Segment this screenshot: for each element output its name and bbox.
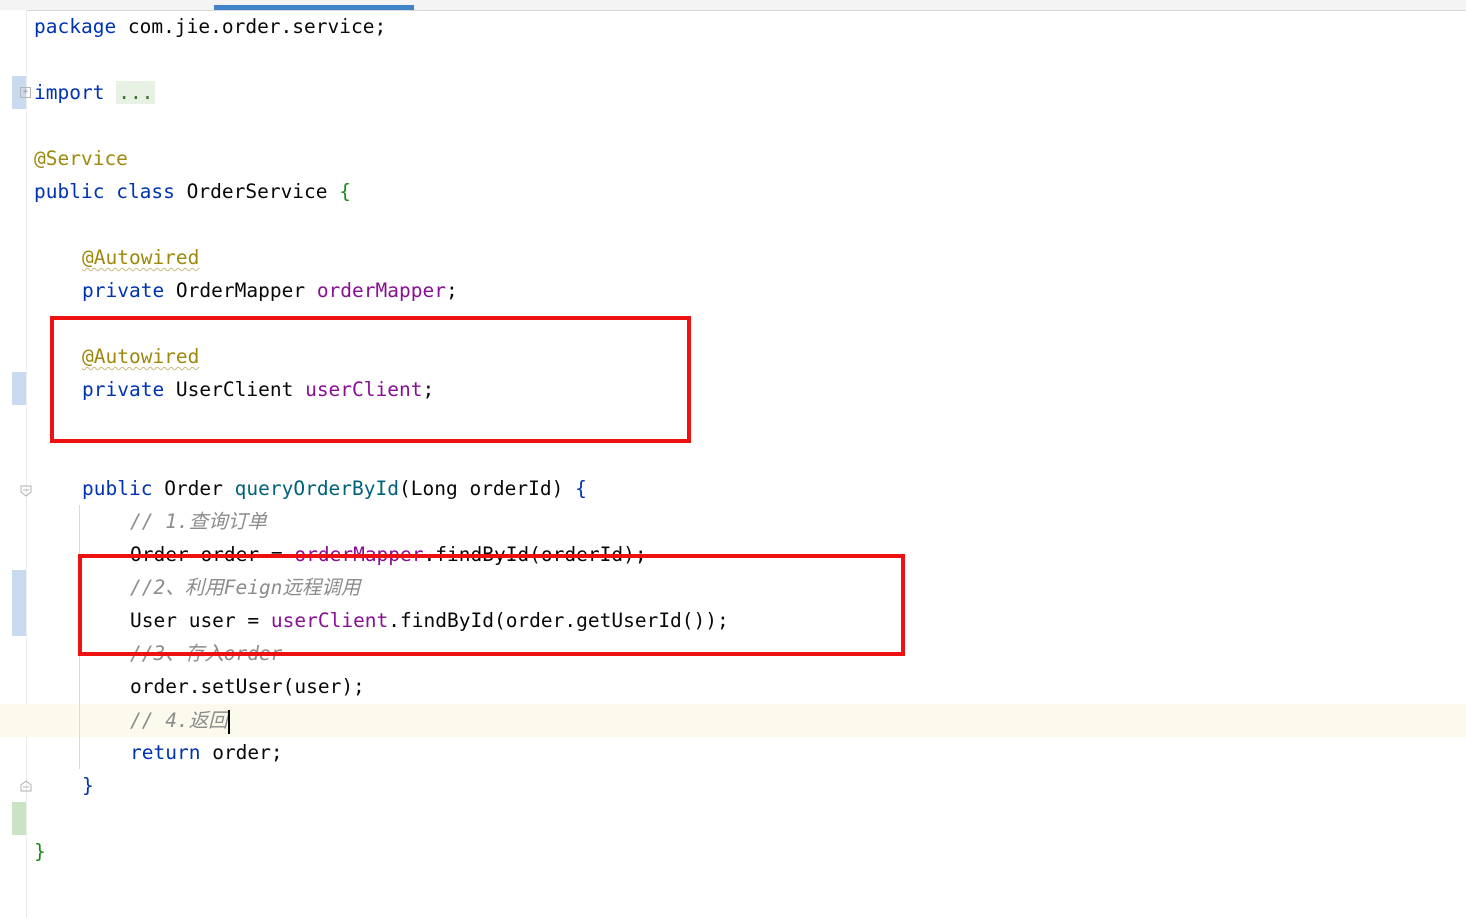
code-line[interactable]: @Autowired — [82, 340, 199, 373]
code-text: .findById(order.getUserId()); — [388, 609, 729, 632]
field-name: orderMapper — [316, 279, 446, 302]
keyword: private — [82, 279, 165, 302]
field-name: userClient — [270, 609, 389, 632]
annotation: @Service — [34, 147, 128, 170]
annotation: @Autowired — [82, 345, 200, 368]
code-line[interactable]: @Autowired — [82, 241, 199, 274]
code-line[interactable]: // 4.返回 — [130, 704, 230, 737]
brace: } — [34, 840, 46, 863]
keyword: class — [116, 180, 175, 203]
code-line[interactable]: //3、存入order — [130, 637, 282, 670]
field-name: orderMapper — [294, 543, 424, 566]
parameters: (Long orderId) — [399, 477, 576, 500]
code-line[interactable]: } — [34, 835, 46, 868]
comment: //2、利用Feign远程调用 — [130, 576, 361, 599]
keyword: package — [34, 15, 117, 38]
keyword: public — [82, 477, 153, 500]
code-line[interactable]: private UserClient userClient; — [82, 373, 434, 406]
vcs-added-marker[interactable] — [12, 802, 26, 835]
comment: //3、存入order — [130, 642, 283, 665]
keyword: private — [82, 378, 165, 401]
brace: { — [339, 180, 352, 203]
code-line[interactable]: return order; — [130, 736, 283, 769]
code-text: order; — [200, 741, 283, 764]
code-line[interactable]: public class OrderService { — [34, 175, 351, 208]
class-name: OrderService — [174, 180, 340, 203]
indent-guide — [79, 505, 80, 769]
code-line[interactable]: //2、利用Feign远程调用 — [130, 571, 360, 604]
vcs-modified-marker[interactable] — [12, 570, 26, 636]
fold-plus-icon[interactable]: + — [20, 87, 31, 98]
type-name: Order — [152, 477, 235, 500]
code-line[interactable]: } — [82, 769, 94, 802]
text-caret — [227, 709, 230, 734]
editor-gutter[interactable]: + — [0, 10, 32, 918]
code-line[interactable]: import ... — [34, 76, 156, 109]
code-line[interactable]: package com.jie.order.service; — [34, 10, 386, 43]
code-editor[interactable]: + package com.jie.order.service; import … — [0, 0, 1466, 918]
keyword: import — [34, 81, 105, 104]
fold-close-icon[interactable] — [19, 779, 33, 793]
import-fold-placeholder[interactable]: ... — [116, 81, 156, 104]
annotation: @Autowired — [82, 246, 200, 269]
fold-open-icon[interactable] — [19, 484, 33, 498]
brace: } — [82, 774, 94, 797]
package-name: com.jie.order.service; — [116, 15, 387, 38]
punctuation: ; — [422, 378, 435, 401]
code-line[interactable]: @Service — [34, 142, 128, 175]
code-line[interactable]: User user = userClient.findById(order.ge… — [130, 604, 729, 637]
code-line[interactable]: public Order queryOrderById(Long orderId… — [82, 472, 587, 505]
brace: { — [575, 477, 587, 500]
code-line[interactable]: // 1.查询订单 — [130, 505, 267, 538]
code-line[interactable]: order.setUser(user); — [130, 670, 365, 703]
code-line[interactable]: private OrderMapper orderMapper; — [82, 274, 458, 307]
type-name: OrderMapper — [164, 279, 317, 302]
field-name: userClient — [305, 378, 423, 401]
keyword: return — [130, 741, 201, 764]
code-line[interactable]: Order order = orderMapper.findById(order… — [130, 538, 647, 571]
vcs-modified-marker[interactable] — [12, 372, 26, 405]
comment: // 4.返回 — [130, 709, 228, 732]
code-text: User user = — [130, 609, 271, 632]
code-text: order.setUser(user); — [130, 675, 365, 698]
code-text: .findById(orderId); — [423, 543, 647, 566]
code-text: Order order = — [130, 543, 295, 566]
type-name: UserClient — [164, 378, 306, 401]
method-name: queryOrderById — [234, 477, 400, 500]
comment: // 1.查询订单 — [130, 510, 267, 533]
punctuation: ; — [445, 279, 458, 302]
keyword: public — [34, 180, 105, 203]
